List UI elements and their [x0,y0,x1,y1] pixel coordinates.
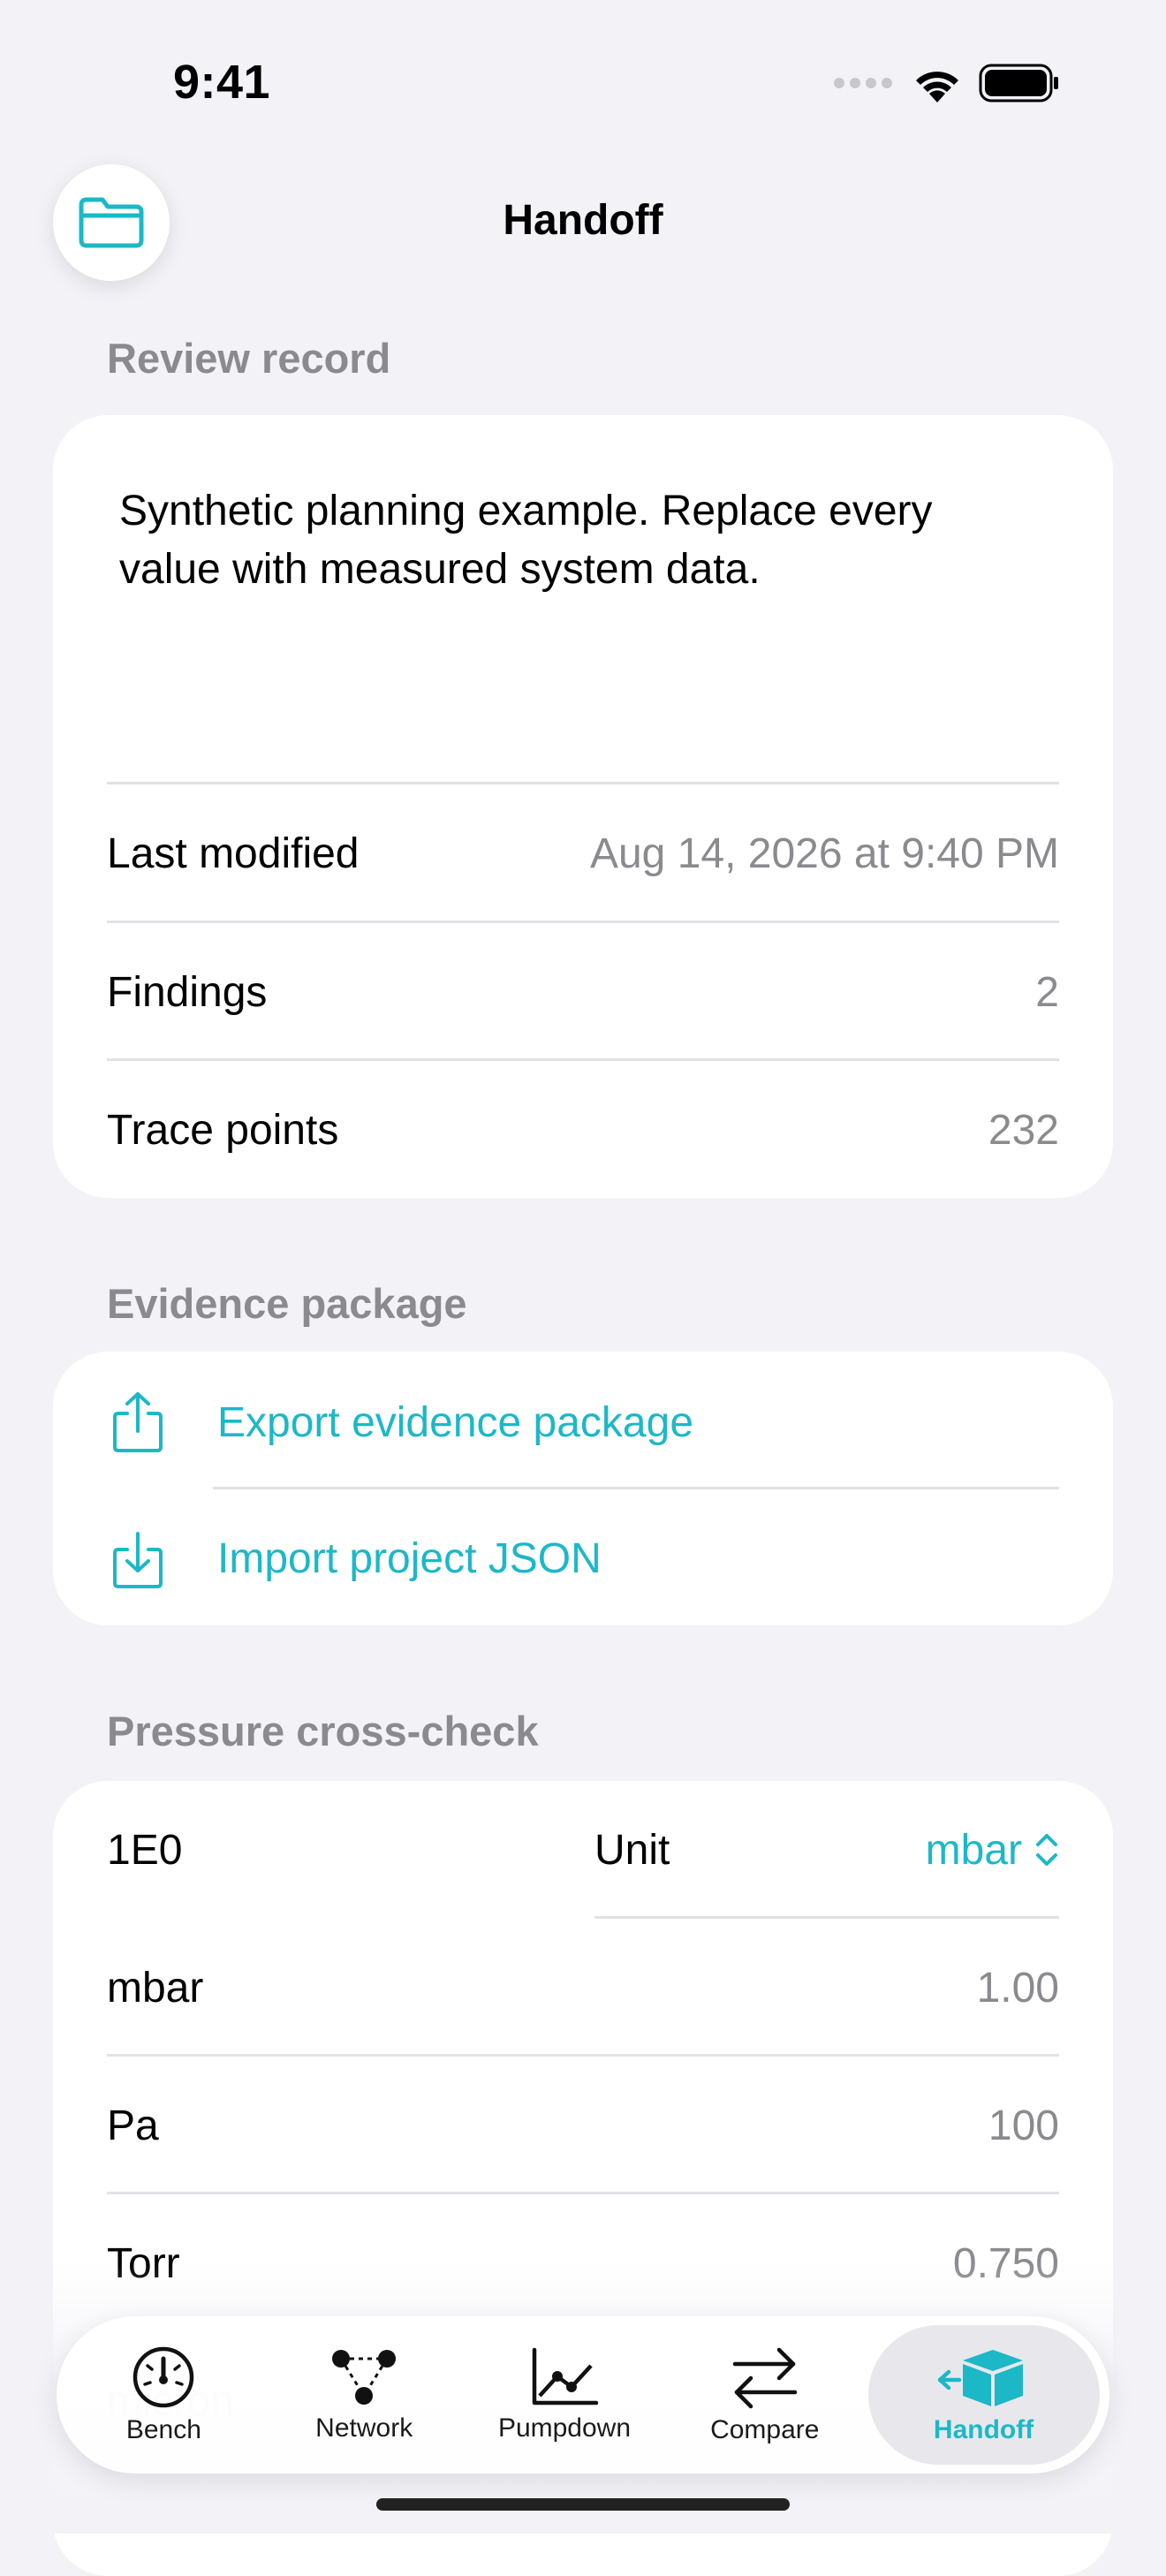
line-chart-icon [532,2347,599,2406]
network-icon [332,2350,397,2405]
page-title: Handoff [503,197,663,244]
row-label: Last modified [107,830,360,877]
tab-pumpdown[interactable]: Pumpdown [467,2325,662,2465]
row-value: Aug 14, 2026 at 9:40 PM [589,830,1059,877]
unit-selector[interactable]: Unit mbar [594,1826,1059,1875]
row-label: Findings [107,968,268,1016]
package-icon [937,2350,1023,2406]
unit-label: Unit [594,1826,670,1874]
tab-label: Pumpdown [497,2413,632,2443]
import-icon [111,1527,164,1590]
action-label: Export evidence package [217,1398,694,1446]
home-indicator [376,2498,790,2511]
row-label: Pa [107,2102,159,2149]
pressure-value-input[interactable]: 1E0 [107,1826,182,1875]
import-project-json-button[interactable]: Import project JSON [111,1489,1059,1625]
row-findings: Findings 2 [107,923,1059,1061]
tab-compare[interactable]: Compare [668,2325,862,2465]
status-icons [834,64,1060,102]
row-value: 2 [1035,968,1059,1016]
action-label: Import project JSON [217,1534,602,1582]
row-pa: Pa 100 [107,2057,1059,2194]
tab-network[interactable]: Network [267,2325,461,2465]
tab-label: Network [315,2413,413,2443]
chevron-up-down-icon [1036,1834,1057,1866]
row-mbar: mbar 1.00 [107,1919,1059,2057]
tab-label: Compare [710,2415,820,2444]
section-header-pressure-crosscheck: Pressure cross-check [107,1708,539,1754]
review-record-card: Synthetic planning example. Replace ever… [53,415,1113,1198]
row-label: Trace points [107,1106,339,1154]
pressure-input-row: 1E0 Unit mbar [107,1781,1059,1919]
row-value: 232 [988,1106,1059,1154]
status-time: 9:41 [173,56,271,109]
tab-handoff[interactable]: Handoff [867,2325,1100,2465]
share-icon [111,1390,164,1454]
gauge-icon [133,2346,194,2408]
tab-label: Bench [125,2415,201,2444]
cellular-signal-icon [834,78,892,88]
section-header-review-record: Review record [107,335,391,382]
battery-icon [979,64,1058,102]
row-trace-points: Trace points 232 [107,1061,1059,1198]
row-value: 1.00 [976,1964,1059,2012]
review-note-textarea[interactable]: Synthetic planning example. Replace ever… [119,482,1007,599]
arrows-swap-icon [732,2347,798,2409]
row-last-modified: Last modified Aug 14, 2026 at 9:40 PM [107,784,1059,922]
tab-bar: Bench Network Pumpdown Compare Handoff [57,2316,1109,2474]
tab-label: Handoff [933,2415,1034,2444]
unit-picker[interactable]: mbar [926,1826,1059,1875]
export-evidence-package-button[interactable]: Export evidence package [111,1353,1059,1491]
section-header-evidence-package: Evidence package [107,1280,467,1327]
row-value: 100 [988,2102,1059,2149]
wifi-icon [916,72,958,102]
evidence-package-card: Export evidence package Import project J… [53,1352,1113,1625]
tab-bench[interactable]: Bench [66,2325,261,2465]
row-label: mbar [107,1964,204,2012]
unit-value: mbar [925,1826,1022,1874]
